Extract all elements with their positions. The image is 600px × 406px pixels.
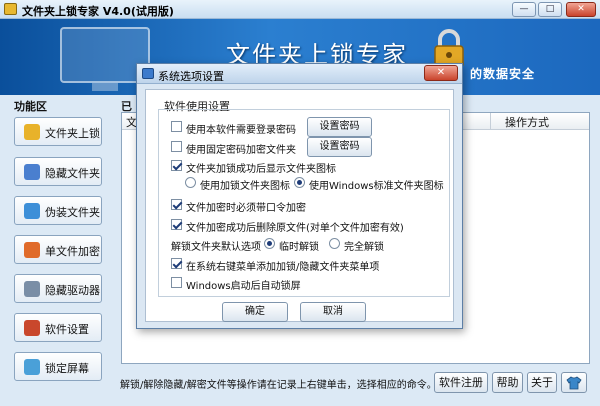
lock-icon-radio[interactable] bbox=[185, 177, 196, 188]
dialog-titlebar[interactable]: 系统选项设置 ✕ bbox=[137, 64, 462, 84]
app-title: 文件夹上锁专家 V4.0(试用版) bbox=[22, 5, 174, 18]
dialog-close-button[interactable]: ✕ bbox=[424, 65, 458, 81]
dialog-app-icon bbox=[142, 68, 154, 79]
unlock-default-label: 解锁文件夹默认选项 bbox=[171, 242, 261, 253]
context-menu-checkbox[interactable] bbox=[171, 258, 182, 269]
help-button[interactable]: 帮助 bbox=[492, 372, 523, 393]
register-button[interactable]: 软件注册 bbox=[434, 372, 488, 393]
sidebar-item-label: 软件设置 bbox=[45, 323, 89, 336]
encrypt-password-label[interactable]: 文件加密时必须带口令加密 bbox=[186, 199, 306, 214]
encrypt-password-checkbox[interactable] bbox=[171, 199, 182, 210]
require-password-checkbox[interactable] bbox=[171, 121, 182, 132]
sidebar-item-lock-screen[interactable]: 锁定屏幕 bbox=[14, 352, 102, 381]
hidden-drive-icon bbox=[24, 281, 40, 297]
shirt-icon bbox=[566, 376, 582, 390]
set-password-button-1[interactable]: 设置密码 bbox=[307, 117, 372, 137]
ok-button[interactable]: 确定 bbox=[222, 302, 288, 322]
shirt-skin-button[interactable] bbox=[561, 372, 587, 393]
autolock-checkbox[interactable] bbox=[171, 277, 182, 288]
minimize-button[interactable]: — bbox=[512, 2, 536, 17]
sidebar-item-label: 文件夹上锁 bbox=[45, 127, 100, 140]
file-encrypt-icon bbox=[24, 242, 40, 258]
lock-icon-radio-label[interactable]: 使用加锁文件夹图标 bbox=[200, 177, 290, 192]
delete-original-label[interactable]: 文件加密成功后删除原文件(对单个文件加密有效) bbox=[186, 219, 404, 234]
show-icon-checkbox[interactable] bbox=[171, 160, 182, 171]
autolock-label[interactable]: Windows启动后自动锁屏 bbox=[186, 277, 301, 292]
column-header-operation[interactable]: 操作方式 bbox=[505, 114, 549, 130]
maximize-button[interactable]: □ bbox=[538, 2, 562, 17]
sidebar-item-disguise-folder[interactable]: 伪装文件夹 bbox=[14, 196, 102, 225]
standard-icon-radio[interactable] bbox=[294, 177, 305, 188]
temp-unlock-radio[interactable] bbox=[264, 238, 275, 249]
system-options-dialog: 系统选项设置 ✕ 软件使用设置 使用本软件需要登录密码 设置密码 使用固定密码加… bbox=[136, 63, 463, 329]
folder-lock-icon bbox=[24, 124, 40, 140]
dialog-title: 系统选项设置 bbox=[158, 70, 224, 83]
dialog-content: 软件使用设置 使用本软件需要登录密码 设置密码 使用固定密码加密文件夹 设置密码… bbox=[145, 89, 454, 322]
set-password-button-2[interactable]: 设置密码 bbox=[307, 137, 372, 157]
sidebar-item-label: 伪装文件夹 bbox=[45, 206, 100, 219]
settings-tools-icon bbox=[24, 320, 40, 336]
sidebar-title: 功能区 bbox=[14, 100, 47, 113]
disguise-folder-icon bbox=[24, 203, 40, 219]
sidebar-item-label: 单文件加密 bbox=[45, 245, 100, 258]
banner-slogan: 的数据安全 bbox=[470, 67, 536, 81]
delete-original-checkbox[interactable] bbox=[171, 219, 182, 230]
app-lock-icon bbox=[4, 3, 17, 15]
standard-icon-radio-label[interactable]: 使用Windows标准文件夹图标 bbox=[309, 177, 444, 192]
sidebar-item-folder-lock[interactable]: 文件夹上锁 bbox=[14, 117, 102, 146]
close-button[interactable]: ✕ bbox=[566, 2, 596, 17]
sidebar-item-settings[interactable]: 软件设置 bbox=[14, 313, 102, 342]
sidebar-item-label: 锁定屏幕 bbox=[45, 362, 89, 375]
sidebar-item-label: 隐藏驱动器 bbox=[45, 284, 100, 297]
about-button[interactable]: 关于 bbox=[527, 372, 557, 393]
fixed-password-label[interactable]: 使用固定密码加密文件夹 bbox=[186, 141, 296, 156]
cancel-button[interactable]: 取消 bbox=[300, 302, 366, 322]
main-titlebar: 文件夹上锁专家 V4.0(试用版) — □ ✕ bbox=[0, 0, 600, 19]
temp-unlock-label[interactable]: 临时解锁 bbox=[279, 238, 319, 253]
sidebar-item-file-encrypt[interactable]: 单文件加密 bbox=[14, 235, 102, 264]
require-password-label[interactable]: 使用本软件需要登录密码 bbox=[186, 121, 296, 136]
full-unlock-label[interactable]: 完全解锁 bbox=[344, 238, 384, 253]
sidebar-item-hide-drive[interactable]: 隐藏驱动器 bbox=[14, 274, 102, 303]
fixed-password-checkbox[interactable] bbox=[171, 141, 182, 152]
sidebar-item-hide-folder[interactable]: 隐藏文件夹 bbox=[14, 157, 102, 186]
full-unlock-radio[interactable] bbox=[329, 238, 340, 249]
lock-screen-icon bbox=[24, 359, 40, 375]
sidebar-item-label: 隐藏文件夹 bbox=[45, 167, 100, 180]
context-menu-label[interactable]: 在系统右键菜单添加加锁/隐藏文件夹菜单项 bbox=[186, 258, 379, 273]
column-divider[interactable] bbox=[490, 113, 491, 130]
status-hint: 解锁/解除隐藏/解密文件等操作请在记录上右键单击，选择相应的命令。 bbox=[120, 380, 437, 391]
show-icon-label[interactable]: 文件夹加锁成功后显示文件夹图标 bbox=[186, 160, 336, 175]
hidden-folder-icon bbox=[24, 164, 40, 180]
